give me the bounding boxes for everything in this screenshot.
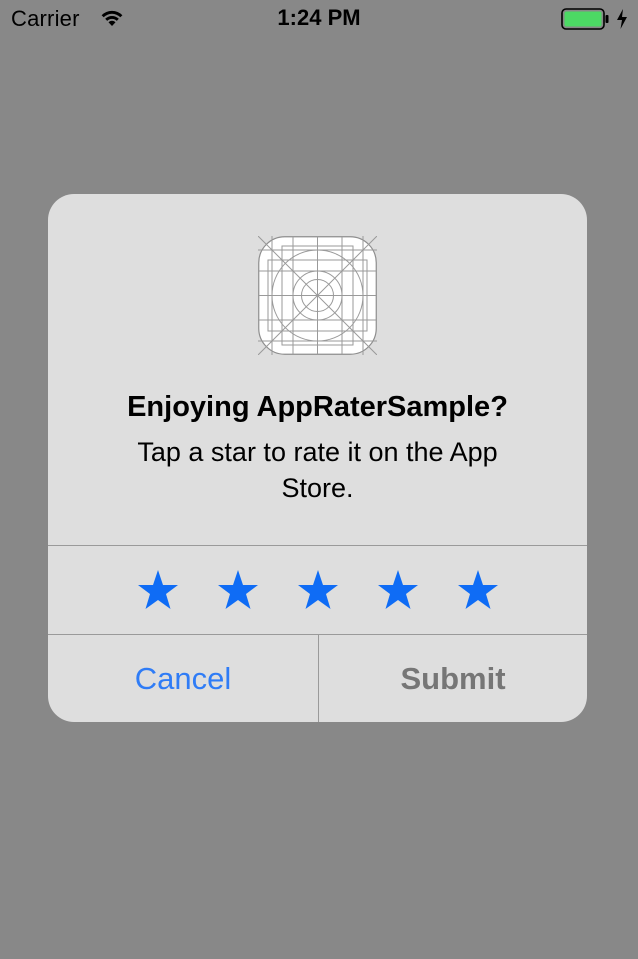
star-5-icon[interactable] [456, 568, 500, 612]
rating-alert: Enjoying AppRaterSample? Tap a star to r… [48, 194, 587, 722]
submit-button[interactable]: Submit [319, 635, 587, 722]
star-1-icon[interactable] [136, 568, 180, 612]
star-2-icon[interactable] [216, 568, 260, 612]
star-rating [48, 546, 587, 634]
cancel-button[interactable]: Cancel [48, 635, 318, 722]
star-4-icon[interactable] [376, 568, 420, 612]
charging-bolt-icon [617, 9, 627, 29]
screen: Carrier 1:24 PM Enjoying AppRaterSample?… [0, 0, 638, 959]
app-icon [258, 236, 377, 355]
alert-message: Tap a star to rate it on the App Store. [137, 437, 498, 503]
status-bar: Carrier 1:24 PM [0, 0, 638, 38]
status-time: 1:24 PM [277, 5, 361, 30]
star-3-icon[interactable] [296, 568, 340, 612]
alert-title: Enjoying AppRaterSample? [127, 391, 508, 423]
battery-icon [561, 8, 609, 30]
